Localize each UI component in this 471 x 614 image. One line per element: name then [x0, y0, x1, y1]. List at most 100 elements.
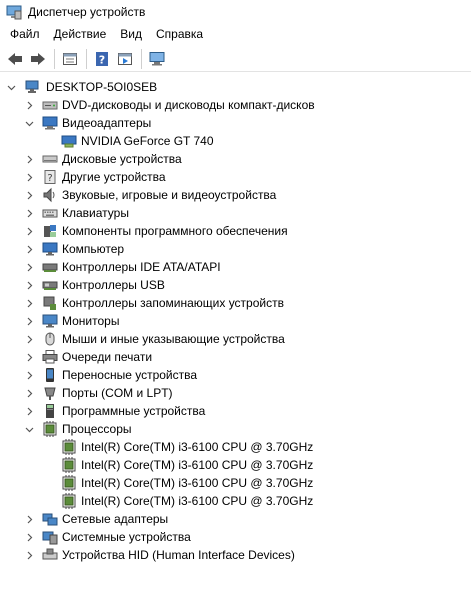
- tree-item-label: Системные устройства: [62, 530, 191, 544]
- tree-category[interactable]: Устройства HID (Human Interface Devices): [24, 546, 295, 564]
- tree-item-label: Intel(R) Core(TM) i3-6100 CPU @ 3.70GHz: [81, 458, 314, 472]
- menu-bar: Файл Действие Вид Справка: [0, 24, 471, 44]
- chevron-right-icon[interactable]: [24, 240, 34, 258]
- tree-item-label: Мыши и иные указывающие устройства: [62, 332, 285, 346]
- sound-icon: [42, 187, 58, 203]
- tree-category[interactable]: Переносные устройства: [24, 366, 197, 384]
- tree-device[interactable]: Intel(R) Core(TM) i3-6100 CPU @ 3.70GHz: [43, 492, 313, 510]
- tree-category[interactable]: Сетевые адаптеры: [24, 510, 168, 528]
- device-tree: DESKTOP-5OI0SEB DVD-дисководы и дисководы…: [0, 74, 471, 614]
- chevron-right-icon[interactable]: [24, 150, 34, 168]
- chevron-down-icon[interactable]: [24, 114, 34, 132]
- chevron-right-icon[interactable]: [24, 348, 34, 366]
- help-button[interactable]: ?: [91, 48, 113, 70]
- update-driver-button[interactable]: [114, 48, 136, 70]
- display-adapter-icon: [42, 115, 58, 131]
- tree-item-label: Контроллеры IDE ATA/ATAPI: [62, 260, 221, 274]
- tree-device[interactable]: Intel(R) Core(TM) i3-6100 CPU @ 3.70GHz: [43, 438, 313, 456]
- menu-view[interactable]: Вид: [113, 24, 149, 44]
- mouse-icon: [42, 331, 58, 347]
- tree-item-label: Очереди печати: [62, 350, 153, 364]
- tree-category[interactable]: Компьютер: [24, 240, 124, 258]
- chevron-right-icon[interactable]: [24, 222, 34, 240]
- tree-category[interactable]: Контроллеры USB: [24, 276, 165, 294]
- tree-category[interactable]: Контроллеры IDE ATA/ATAPI: [24, 258, 221, 276]
- tree-category[interactable]: DVD-дисководы и дисководы компакт-дисков: [24, 96, 315, 114]
- window-title: Диспетчер устройств: [28, 5, 146, 19]
- software-device-icon: [42, 403, 58, 419]
- chevron-right-icon[interactable]: [24, 402, 34, 420]
- chevron-right-icon[interactable]: [24, 186, 34, 204]
- chevron-right-icon[interactable]: [24, 168, 34, 186]
- storage-controller-icon: [42, 295, 58, 311]
- tree-category[interactable]: Звуковые, игровые и видеоустройства: [24, 186, 276, 204]
- chevron-right-icon[interactable]: [24, 294, 34, 312]
- cpu-core-icon: [61, 439, 77, 455]
- tree-item-label: Программные устройства: [62, 404, 206, 418]
- tree-root[interactable]: DESKTOP-5OI0SEB: [6, 78, 159, 96]
- tree-category[interactable]: Очереди печати: [24, 348, 152, 366]
- tree-item-label: Процессоры: [62, 422, 132, 436]
- other-devices-icon: ?: [42, 169, 58, 185]
- scan-hardware-button[interactable]: [146, 48, 168, 70]
- chevron-right-icon[interactable]: [24, 510, 34, 528]
- back-button[interactable]: [4, 48, 26, 70]
- monitor-icon: [42, 313, 58, 329]
- tree-category[interactable]: Видеоадаптеры: [24, 114, 151, 132]
- menu-file[interactable]: Файл: [3, 24, 47, 44]
- chevron-right-icon[interactable]: [24, 96, 34, 114]
- title-bar: Диспетчер устройств: [0, 0, 471, 24]
- tree-category[interactable]: Мониторы: [24, 312, 119, 330]
- vertical-scrollbar[interactable]: [465, 74, 471, 614]
- system-devices-icon: [42, 529, 58, 545]
- chevron-right-icon[interactable]: [24, 312, 34, 330]
- tree-category[interactable]: Системные устройства: [24, 528, 191, 546]
- tree-category[interactable]: Компоненты программного обеспечения: [24, 222, 288, 240]
- chevron-down-icon[interactable]: [24, 420, 34, 438]
- chevron-right-icon[interactable]: [24, 528, 34, 546]
- toolbar-separator: [141, 48, 142, 69]
- back-icon: [8, 52, 22, 65]
- tree-item-label: DESKTOP-5OI0SEB: [46, 80, 158, 94]
- tree-category[interactable]: Порты (COM и LPT): [24, 384, 173, 402]
- tree-item-label: Клавиатуры: [62, 206, 129, 220]
- port-icon: [42, 385, 58, 401]
- tree-category[interactable]: ? Другие устройства: [24, 168, 166, 186]
- tree-category[interactable]: Дисковые устройства: [24, 150, 182, 168]
- chevron-right-icon[interactable]: [24, 546, 34, 564]
- tree-category[interactable]: Мыши и иные указывающие устройства: [24, 330, 285, 348]
- tree-category[interactable]: Программные устройства: [24, 402, 205, 420]
- chevron-right-icon[interactable]: [24, 276, 34, 294]
- chevron-right-icon[interactable]: [24, 384, 34, 402]
- hid-icon: [42, 547, 58, 563]
- chevron-right-icon[interactable]: [24, 366, 34, 384]
- help-icon: ?: [96, 51, 108, 66]
- tree-device[interactable]: Intel(R) Core(TM) i3-6100 CPU @ 3.70GHz: [43, 474, 313, 492]
- tree-item-label: Мониторы: [62, 314, 120, 328]
- svg-text:?: ?: [99, 53, 105, 66]
- forward-button[interactable]: [27, 48, 49, 70]
- chevron-right-icon[interactable]: [24, 258, 34, 276]
- ide-controller-icon: [42, 259, 58, 275]
- properties-button[interactable]: [59, 48, 81, 70]
- tree-item-label: Компьютер: [62, 242, 125, 256]
- tree-item-label: Intel(R) Core(TM) i3-6100 CPU @ 3.70GHz: [81, 476, 314, 490]
- chevron-down-icon[interactable]: [6, 78, 16, 96]
- cpu-core-icon: [61, 457, 77, 473]
- tree-item-label: NVIDIA GeForce GT 740: [81, 134, 214, 148]
- dvd-drive-icon: [42, 97, 58, 113]
- tree-category[interactable]: Клавиатуры: [24, 204, 129, 222]
- tree-item-label: Сетевые адаптеры: [62, 512, 169, 526]
- tree-device[interactable]: Intel(R) Core(TM) i3-6100 CPU @ 3.70GHz: [43, 456, 313, 474]
- tree-category[interactable]: Процессоры: [24, 420, 132, 438]
- chevron-right-icon[interactable]: [24, 204, 34, 222]
- tree-device[interactable]: NVIDIA GeForce GT 740: [43, 132, 214, 150]
- menu-help[interactable]: Справка: [149, 24, 210, 44]
- chevron-right-icon[interactable]: [24, 330, 34, 348]
- tree-category[interactable]: Контроллеры запоминающих устройств: [24, 294, 284, 312]
- menu-action[interactable]: Действие: [47, 24, 114, 44]
